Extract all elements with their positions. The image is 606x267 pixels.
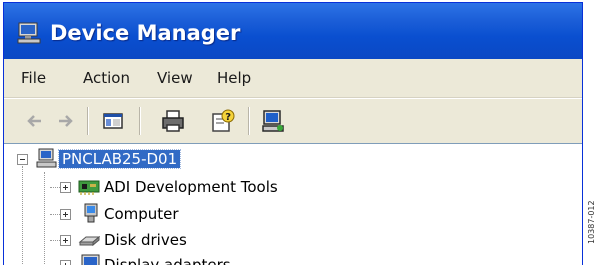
toolbar-separator (87, 107, 89, 135)
svg-text:?: ? (225, 112, 231, 123)
help-properties-icon[interactable]: ? (209, 107, 237, 135)
computer-icon (84, 203, 98, 223)
console-tree-icon[interactable] (99, 107, 127, 135)
title-bar[interactable]: Device Manager (4, 3, 582, 59)
disk-drive-icon (78, 235, 100, 247)
board-icon (78, 180, 100, 195)
menu-bar: File Action View Help (4, 59, 582, 98)
toolbar: ? (4, 98, 582, 144)
back-arrow-icon[interactable] (21, 107, 49, 135)
computer-icon (36, 148, 57, 168)
menu-view[interactable]: View (157, 69, 193, 87)
display-adapter-icon (81, 254, 100, 265)
tree-line (50, 240, 60, 241)
tree-line (50, 187, 60, 188)
computer-scan-icon[interactable] (259, 107, 287, 135)
expand-toggle[interactable] (60, 260, 71, 265)
expand-toggle[interactable] (60, 182, 71, 193)
tree-item-label[interactable]: Display adapters (104, 256, 231, 265)
device-manager-icon (17, 22, 41, 44)
window-title: Device Manager (50, 21, 241, 45)
tree-line (22, 166, 23, 265)
figure-id-text: 10387-012 (587, 200, 596, 244)
tree-line (44, 172, 45, 265)
collapse-toggle[interactable] (17, 154, 28, 165)
menu-help[interactable]: Help (217, 69, 251, 87)
tree-item-label[interactable]: Disk drives (104, 231, 187, 249)
tree-root-label[interactable]: PNCLAB25-D01 (57, 149, 182, 169)
figure-caption: 10387-012 (586, 186, 600, 246)
menu-action[interactable]: Action (83, 69, 130, 87)
device-tree[interactable]: PNCLAB25-D01 ADI Development Tools Compu… (4, 143, 582, 265)
toolbar-separator (139, 107, 141, 135)
forward-arrow-icon[interactable] (51, 107, 79, 135)
tree-line (50, 214, 60, 215)
expand-toggle[interactable] (60, 209, 71, 220)
device-manager-window: Device Manager File Action View Help ? P… (3, 2, 583, 265)
tree-item-label[interactable]: ADI Development Tools (104, 178, 278, 196)
tree-item-label[interactable]: Computer (104, 205, 179, 223)
expand-toggle[interactable] (60, 235, 71, 246)
print-icon[interactable] (159, 107, 187, 135)
menu-file[interactable]: File (21, 69, 46, 87)
toolbar-separator (248, 107, 250, 135)
